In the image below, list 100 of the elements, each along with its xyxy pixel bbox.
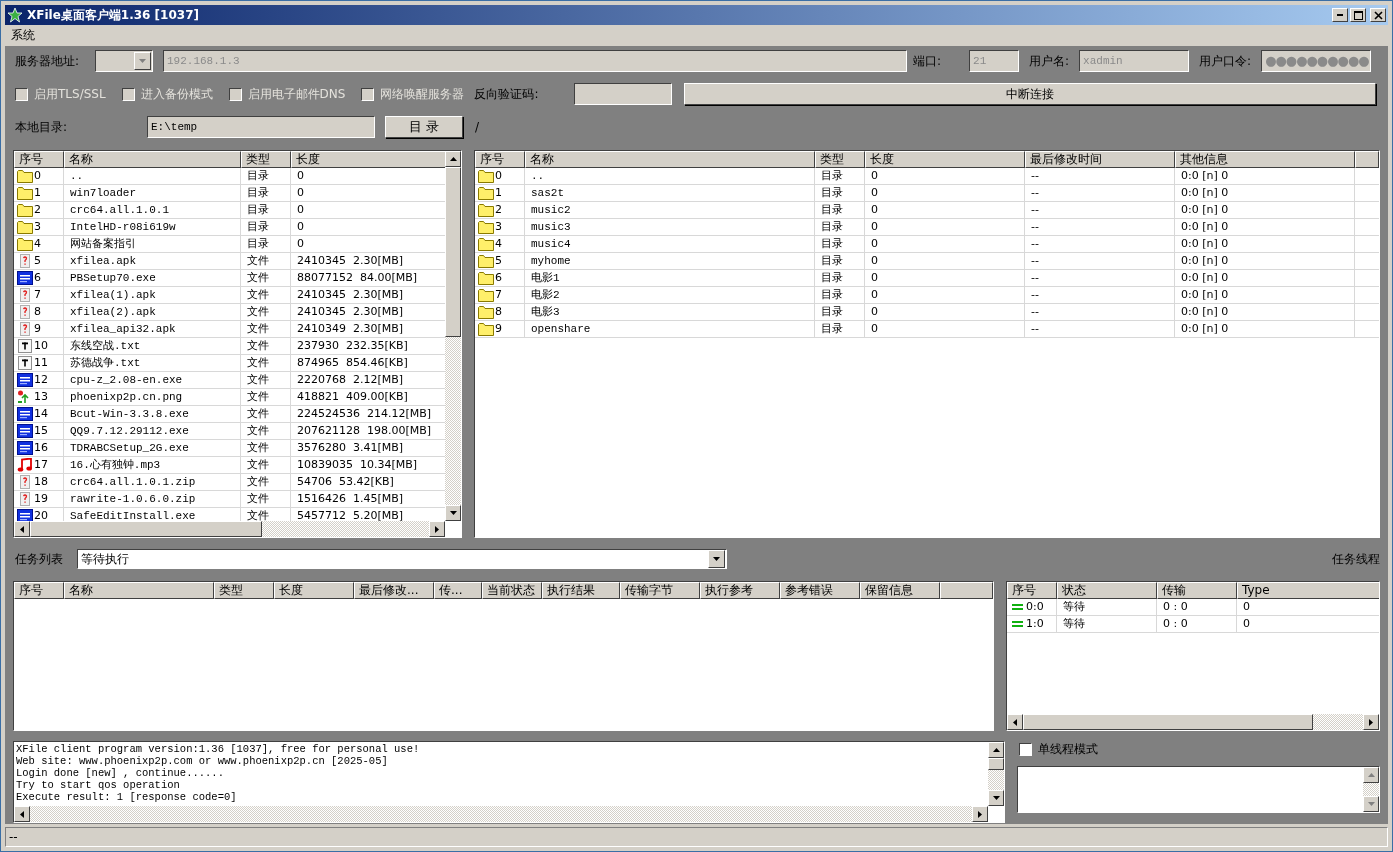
vertical-scrollbar[interactable]	[1363, 767, 1379, 812]
music-note-icon	[17, 458, 33, 472]
menu-item[interactable]: 系统	[5, 27, 41, 44]
folder-icon	[478, 203, 494, 217]
table-cell: 0 : 0	[1157, 599, 1237, 615]
log-line: Login done [new] , continue......	[16, 767, 225, 779]
folder-icon	[17, 203, 33, 217]
column-header[interactable]: 序号	[14, 582, 64, 599]
table-cell: 0:0 [n] 0	[1175, 270, 1355, 286]
folder-icon	[478, 220, 494, 234]
table-cell: 0	[865, 168, 1025, 184]
thread-icon	[1012, 620, 1023, 628]
row-number: 1	[34, 185, 41, 201]
column-header[interactable]: 序号	[475, 151, 525, 168]
folder-icon	[478, 169, 494, 183]
column-header[interactable]: 名称	[64, 151, 241, 168]
column-header[interactable]: Type	[1237, 582, 1379, 599]
row-number: 0:0	[1026, 599, 1044, 615]
row-number: 20	[34, 508, 48, 521]
column-header[interactable]: 类型	[214, 582, 274, 599]
table-cell: 文件	[241, 474, 291, 490]
down-arrow-icon	[449, 511, 457, 515]
column-header[interactable]: 名称	[64, 582, 214, 599]
task-list-label: 任务列表	[14, 550, 64, 568]
table-cell: 电影2	[525, 287, 815, 303]
table-cell: xfilea(1).apk	[64, 287, 241, 303]
column-header[interactable]: 序号	[14, 151, 64, 168]
checkbox-label: 启用TLS/SSL	[34, 85, 106, 103]
column-header[interactable]: 长度	[865, 151, 1025, 168]
checkbox[interactable]	[1019, 743, 1032, 756]
table-cell: 网站备案指引	[64, 236, 241, 252]
task-filter-dropdown[interactable]: 等待执行	[77, 549, 727, 569]
folder-icon	[478, 271, 494, 285]
column-header[interactable]: 长度	[274, 582, 354, 599]
table-cell: 文件	[241, 321, 291, 337]
column-header[interactable]: 类型	[815, 151, 865, 168]
column-header[interactable]: 类型	[241, 151, 291, 168]
table-cell: 0	[865, 304, 1025, 320]
horizontal-scrollbar[interactable]	[14, 806, 988, 822]
table-cell: --	[1025, 321, 1175, 337]
table-cell: 0:0 [n] 0	[1175, 321, 1355, 337]
horizontal-scrollbar[interactable]	[1007, 714, 1379, 730]
horizontal-scrollbar[interactable]	[14, 521, 445, 537]
row-number: 5	[495, 253, 502, 269]
table-cell: 目录	[815, 304, 865, 320]
row-number: 2	[34, 202, 41, 218]
column-header[interactable]: 传...	[434, 582, 482, 599]
right-arrow-icon	[435, 525, 439, 533]
column-header[interactable]: 保留信息	[860, 582, 940, 599]
table-cell: 目录	[815, 185, 865, 201]
table-cell: --	[1025, 287, 1175, 303]
table-cell: 苏德战争.txt	[64, 355, 241, 371]
table-cell: 文件	[241, 270, 291, 286]
directory-button[interactable]: 目 录	[385, 116, 463, 138]
column-header[interactable]: 长度	[291, 151, 445, 168]
column-header[interactable]: 状态	[1057, 582, 1157, 599]
up-arrow-icon	[992, 748, 1000, 752]
row-number: 4	[34, 236, 41, 252]
text-area[interactable]	[1017, 766, 1380, 813]
local-directory-field[interactable]: E:\temp	[147, 116, 375, 138]
column-header[interactable]: 最后修改...	[354, 582, 434, 599]
row-number: 8	[34, 304, 41, 320]
close-icon	[1373, 10, 1383, 20]
disconnect-button[interactable]: 中断连接	[684, 83, 1377, 105]
row-number: 10	[34, 338, 48, 354]
protocol-dropdown[interactable]	[95, 50, 153, 72]
column-header[interactable]: 其他信息	[1175, 151, 1355, 168]
row-number: 3	[34, 219, 41, 235]
table-cell: 16.心有独钟.mp3	[64, 457, 241, 473]
table-cell: --	[1025, 185, 1175, 201]
folder-icon	[17, 220, 33, 234]
minimize-button[interactable]	[1332, 8, 1348, 22]
table-cell: 0	[865, 236, 1025, 252]
left-arrow-icon	[20, 810, 24, 818]
table-cell: 东线空战.txt	[64, 338, 241, 354]
column-header[interactable]: 名称	[525, 151, 815, 168]
table-cell: music3	[525, 219, 815, 235]
field-label: 反向验证码:	[473, 85, 540, 103]
table-cell: ..	[525, 168, 815, 184]
log-line: Execute result: 1 [response code=0]	[16, 791, 238, 803]
maximize-button[interactable]	[1350, 8, 1366, 22]
verification-code-field[interactable]	[574, 83, 673, 105]
row-number: 6	[34, 270, 41, 286]
application-icon	[17, 407, 33, 421]
column-header[interactable]: 执行参考	[700, 582, 780, 599]
column-header[interactable]: 执行结果	[542, 582, 620, 599]
table-cell: --	[1025, 304, 1175, 320]
field-label: 本地目录:	[14, 118, 69, 136]
table-cell: 文件	[241, 389, 291, 405]
folder-icon	[478, 305, 494, 319]
column-header[interactable]: 最后修改时间	[1025, 151, 1175, 168]
column-header[interactable]: 参考错误	[780, 582, 860, 599]
column-header[interactable]: 序号	[1007, 582, 1057, 599]
column-header[interactable]: 当前状态	[482, 582, 542, 599]
row-number: 7	[495, 287, 502, 303]
close-button[interactable]	[1370, 8, 1386, 22]
vertical-scrollbar[interactable]	[988, 742, 1004, 806]
column-header[interactable]: 传输	[1157, 582, 1237, 599]
vertical-scrollbar[interactable]	[445, 151, 461, 521]
column-header[interactable]: 传输字节	[620, 582, 700, 599]
